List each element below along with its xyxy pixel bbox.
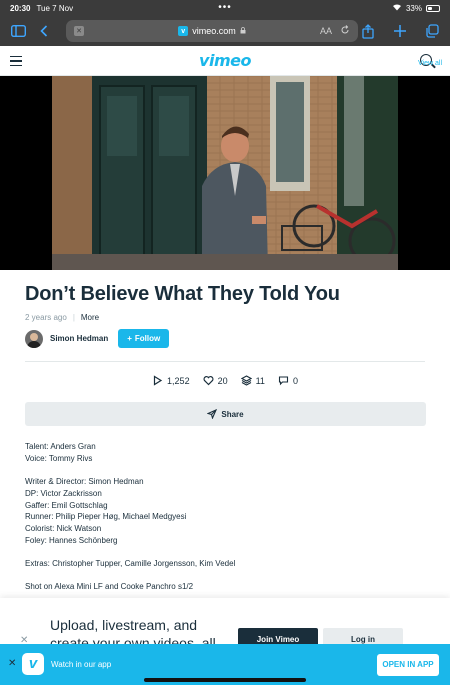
reload-icon[interactable] (340, 25, 350, 37)
author-row: Simon Hedman + Follow (25, 329, 170, 348)
description-line: Foley: Hannes Schönberg (25, 535, 118, 545)
video-player[interactable] (0, 76, 450, 270)
plays-stat: 1,252 (152, 375, 190, 386)
lock-icon (240, 26, 246, 36)
tabs-overview-icon[interactable] (422, 21, 442, 41)
video-frame (52, 76, 398, 270)
description-line: Shot on Alexa Mini LF and Cooke Panchro … (25, 582, 194, 592)
description-line: Colorist: Nick Watson (25, 523, 102, 533)
vimeo-favicon-icon: v (178, 26, 189, 36)
video-meta: 2 years ago | More (25, 313, 99, 322)
status-time: 20:30 (10, 3, 31, 13)
open-in-app-button[interactable]: OPEN IN APP (377, 654, 439, 676)
share-sheet-icon[interactable] (358, 21, 378, 41)
description-line: DP: Victor Zackrisson (25, 488, 102, 498)
paper-plane-icon (207, 409, 218, 419)
description-line: Writer & Director: Simon Hedman (25, 477, 144, 487)
description-line: Talent: Anders Gran (25, 442, 96, 451)
battery-icon (426, 4, 440, 12)
share-label: Share (221, 409, 244, 419)
home-indicator[interactable] (144, 678, 306, 682)
description-line: Voice: Tommy Rivs (25, 453, 93, 463)
video-description: Talent: Anders Gran Voice: Tommy Rivs Wr… (25, 441, 235, 593)
login-button[interactable]: Log in (323, 628, 403, 644)
sidebar-toggle-icon[interactable] (8, 21, 28, 41)
banner-text: Upload, livestream, and create your own … (50, 617, 216, 644)
status-bar: 20:30 Tue 7 Nov ••• 33% (0, 0, 450, 16)
video-still-image (52, 76, 398, 270)
comments-count: 0 (292, 375, 298, 386)
heart-icon (203, 376, 214, 386)
likes-count: 20 (217, 375, 228, 386)
text-size-button[interactable]: AA (320, 26, 332, 36)
new-tab-icon[interactable] (390, 21, 410, 41)
battery-percent: 33% (405, 3, 422, 13)
comments-stat[interactable]: 0 (278, 375, 298, 386)
view-all-link[interactable]: View all (418, 60, 442, 67)
collections-stat[interactable]: 11 (240, 375, 265, 386)
browser-toolbar: ✕ v vimeo.com AA (0, 16, 450, 46)
join-button[interactable]: Join Vimeo (238, 628, 318, 644)
likes-stat[interactable]: 20 (203, 375, 228, 386)
vimeo-app-icon: v (22, 653, 44, 675)
layers-icon (240, 375, 252, 386)
collections-count: 11 (255, 375, 265, 386)
play-icon (153, 375, 163, 386)
stats-row: 1,252 20 11 0 (0, 375, 450, 386)
follow-button[interactable]: + Follow (118, 329, 170, 348)
description-line: Runner: Philip Pieper Høg, Michael Medgy… (25, 512, 187, 522)
signup-banner: Upload, livestream, and create your own … (0, 598, 450, 644)
app-banner-close-icon[interactable]: ✕ (8, 658, 16, 669)
url-text: vimeo.com (192, 26, 236, 36)
status-date: Tue 7 Nov (36, 3, 74, 13)
author-avatar[interactable] (25, 329, 43, 348)
multitask-dots-icon[interactable]: ••• (218, 3, 232, 13)
plus-icon: + (127, 334, 132, 343)
site-header: vimeo View all (0, 46, 450, 76)
vimeo-logo[interactable]: vimeo (0, 51, 450, 70)
description-line: Extras: Christopher Tupper, Camille Jorg… (25, 559, 236, 568)
meta-separator: | (72, 313, 75, 322)
address-bar[interactable]: ✕ v vimeo.com AA (66, 20, 358, 42)
comment-icon (278, 376, 288, 386)
banner-close-icon[interactable]: ✕ (20, 635, 28, 644)
description-line: Gaffer: Emil Gottschlag (25, 500, 108, 510)
watch-in-app-text: Watch in our app (51, 660, 112, 669)
video-title: Don’t Believe What They Told You (25, 283, 340, 305)
tab-close-icon[interactable]: ✕ (74, 26, 84, 36)
more-link[interactable]: More (81, 313, 99, 322)
wifi-icon (392, 3, 402, 13)
share-button[interactable]: Share (25, 402, 426, 426)
upload-age: 2 years ago (25, 313, 67, 322)
divider (25, 361, 425, 362)
author-name[interactable]: Simon Hedman (50, 334, 108, 343)
plays-count: 1,252 (167, 375, 190, 386)
back-icon[interactable] (34, 21, 54, 41)
follow-label: Follow (134, 334, 161, 343)
